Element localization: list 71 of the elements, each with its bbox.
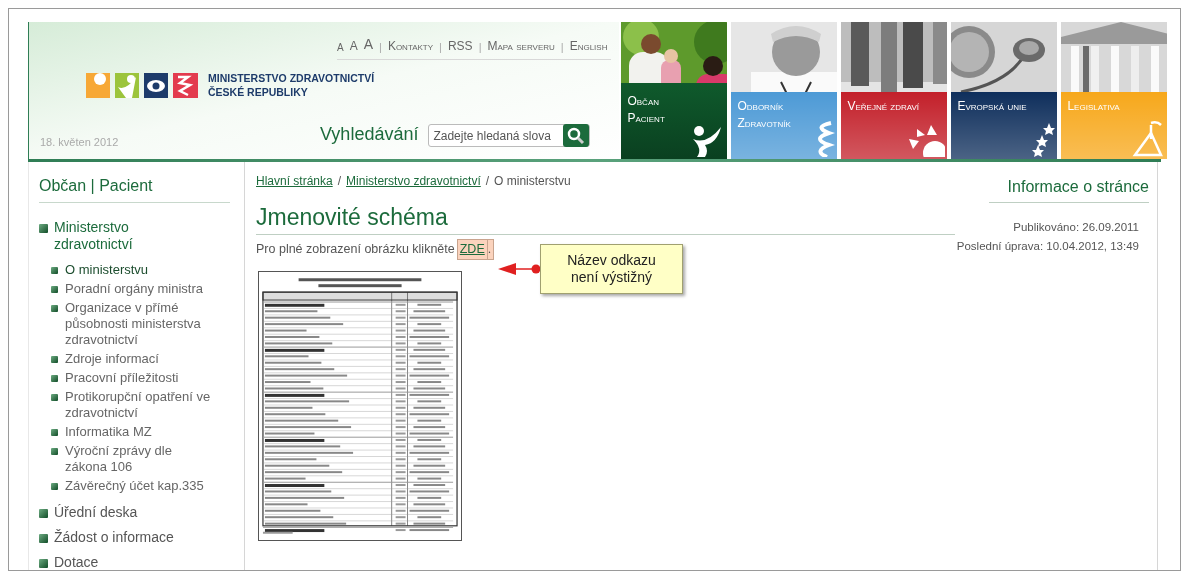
bullet-icon <box>51 356 58 363</box>
bullet-icon <box>39 559 48 568</box>
ministry-name: MINISTERSTVO ZDRAVOTNICTVÍ <box>208 71 375 85</box>
modified-date: Poslední úprava: 10.04.2012, 13:49 <box>956 239 1140 255</box>
category-tile[interactable]: Evropská unie <box>951 22 1058 159</box>
font-size-link[interactable]: A <box>337 40 344 55</box>
sidebar-subitem[interactable]: Pracovní příležitosti <box>65 370 179 386</box>
search-button[interactable] <box>563 124 590 147</box>
header-link[interactable]: RSS <box>447 37 473 55</box>
logo-icon <box>86 72 198 98</box>
separator: | <box>379 39 382 55</box>
info-heading: Informace o stránce <box>989 175 1149 203</box>
sidebar-subitem[interactable]: O ministerstvu <box>65 262 149 278</box>
search-icon <box>567 126 586 145</box>
sidebar-heading: Občan | Pacient <box>39 174 230 203</box>
bullet-icon <box>51 483 58 490</box>
tile-title: Občan <box>627 93 660 110</box>
current-date: 18. květen 2012 <box>40 134 119 150</box>
separator: | <box>478 39 482 55</box>
header-link[interactable]: English <box>569 37 608 55</box>
published-date: Publikováno: 26.09.2011 <box>1013 220 1140 235</box>
sidebar-subitem[interactable]: Poradní orgány ministra <box>65 281 203 297</box>
category-tile[interactable]: Veřejné zdraví <box>841 22 948 159</box>
separator: | <box>439 39 442 55</box>
page-title: Jmenovité schéma <box>256 202 955 235</box>
header-link[interactable]: Kontakty <box>387 37 434 55</box>
sidebar-subitem[interactable]: Závěrečný účet kap.335 <box>65 478 204 494</box>
sidebar-item[interactable]: Žádost o informace <box>54 529 174 546</box>
breadcrumb-link[interactable]: Hlavní stránka <box>256 172 333 190</box>
tile-title: Zdravotník <box>737 115 792 132</box>
font-size-link[interactable]: A <box>363 34 374 55</box>
sidebar-subitem[interactable]: Výroční zprávy dle zákona 106 <box>65 443 215 475</box>
breadcrumb-link[interactable]: Ministerstvo zdravotnictví <box>346 172 481 190</box>
sidebar-item[interactable]: Úřední deska <box>54 504 138 521</box>
tile-title: Pacient <box>627 110 666 127</box>
sidebar-subitem[interactable]: Organizace v přímé působnosti ministerstva zdravotnictví <box>65 300 215 348</box>
header-link[interactable]: Mapa serveru <box>487 37 555 55</box>
search-label: Vyhledávání <box>320 123 419 146</box>
sidebar-subitem[interactable]: Protikorupční opatření ve zdravotnictví <box>65 389 215 421</box>
bullet-icon <box>51 394 58 401</box>
bullet-icon <box>39 224 48 233</box>
period-text: . <box>487 239 495 260</box>
category-tile[interactable]: Občan Pacient <box>621 22 728 159</box>
image-link[interactable]: ZDE <box>456 239 488 260</box>
sidebar-item[interactable]: Dotace <box>54 554 99 570</box>
bullet-icon <box>51 286 58 293</box>
sidebar-item[interactable]: Ministerstvo zdravotnictví <box>54 219 184 253</box>
bullet-icon <box>39 534 48 543</box>
scales-icon <box>1131 121 1166 157</box>
bullet-icon <box>39 509 48 518</box>
bullet-icon <box>51 305 58 312</box>
ministry-name: ČESKÉ REPUBLIKY <box>208 85 309 99</box>
tile-title: Legislativa <box>1067 98 1121 115</box>
breadcrumb-separator: / <box>337 173 342 190</box>
bullet-icon <box>51 429 58 436</box>
tile-title: Veřejné zdraví <box>847 98 921 115</box>
breadcrumb-current: O ministerstvu <box>494 173 571 190</box>
separator: | <box>560 39 564 55</box>
instruction-text: Pro plné zobrazení obrázku klikněte <box>256 241 455 258</box>
bullet-icon <box>51 267 58 274</box>
tile-title: Odborník <box>737 98 785 115</box>
arrow-icon <box>498 262 542 276</box>
callout-note: Název odkazu není výstižný <box>540 244 683 294</box>
breadcrumb-separator: / <box>485 173 490 190</box>
sidebar-subitem[interactable]: Informatika MZ <box>65 424 152 440</box>
bullet-icon <box>51 448 58 455</box>
bullet-icon <box>51 375 58 382</box>
stars-icon <box>1031 123 1056 157</box>
font-size-link[interactable]: A <box>349 37 358 55</box>
sidebar-subitem[interactable]: Zdroje informací <box>65 351 159 367</box>
tile-title: Evropská unie <box>957 98 1028 115</box>
